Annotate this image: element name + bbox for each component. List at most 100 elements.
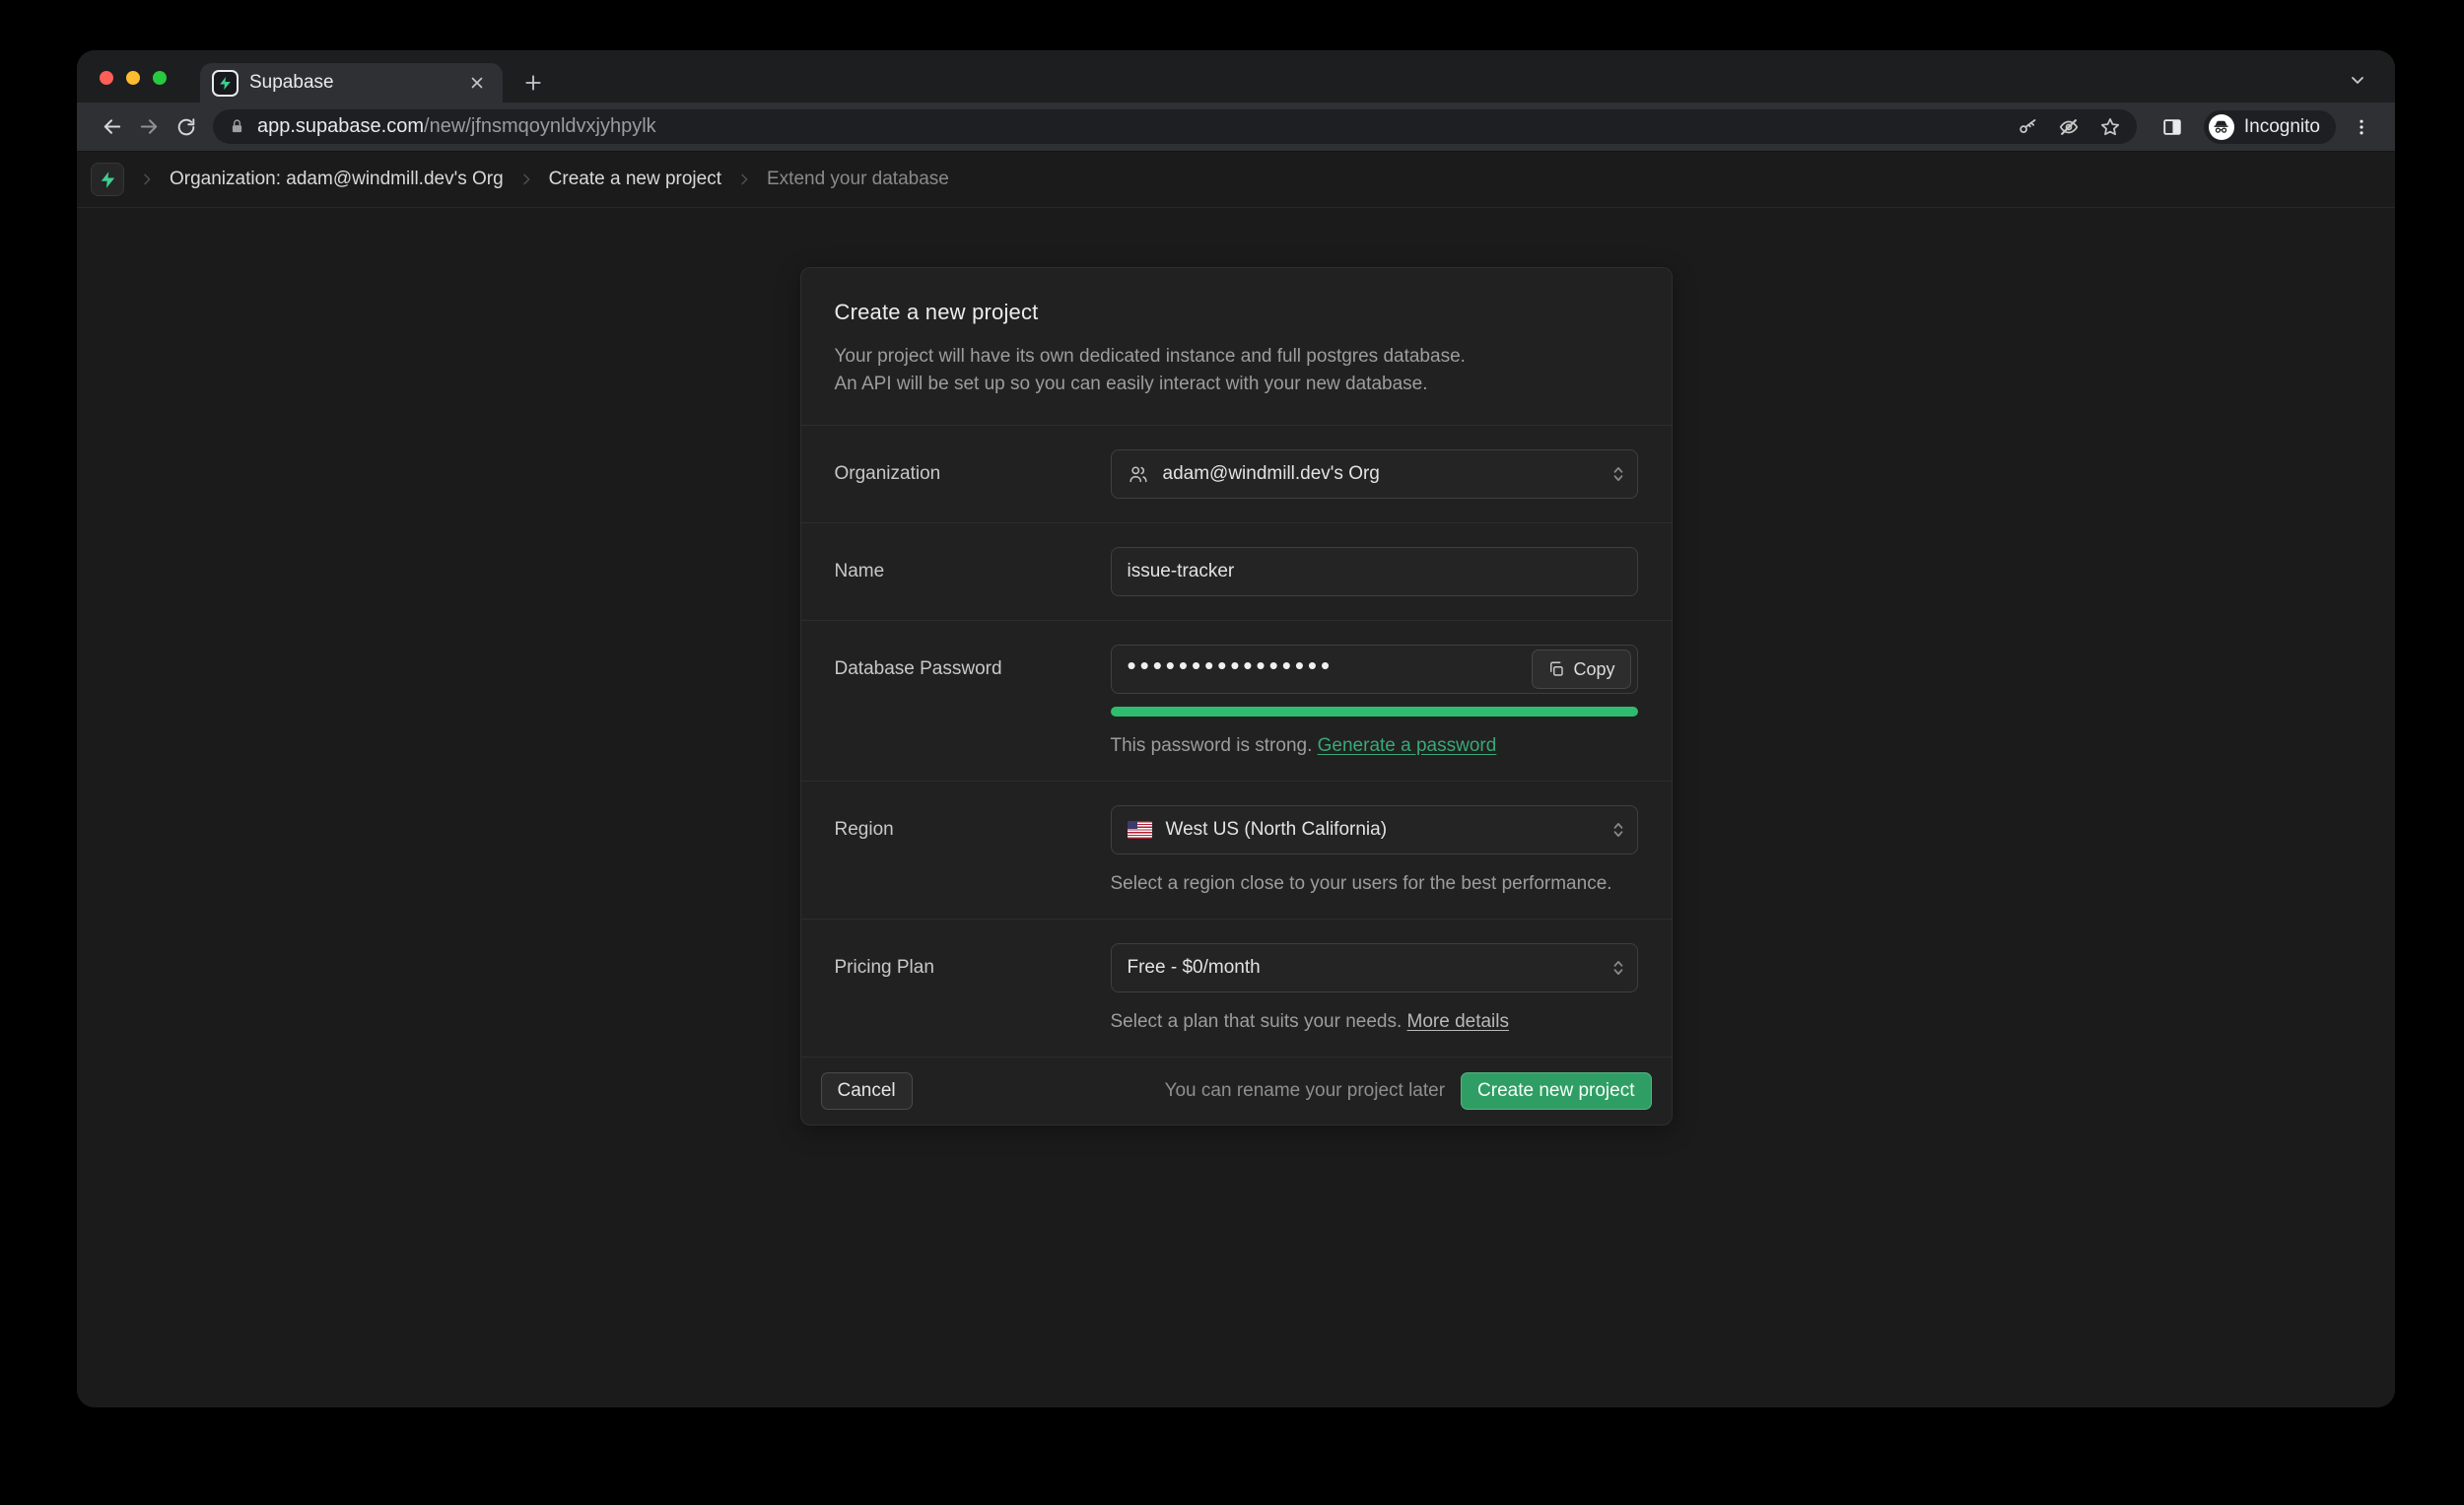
password-manager-key-button[interactable] <box>2018 116 2038 137</box>
browser-tab[interactable]: Supabase <box>200 63 503 103</box>
pricing-helper: Select a plan that suits your needs. Mor… <box>1111 1011 1638 1033</box>
password-input-wrapper: •••••••••••••••• Copy <box>1111 645 1638 694</box>
select-chevrons-icon <box>1611 463 1625 485</box>
star-icon <box>2099 116 2121 138</box>
url-host: app.supabase.com <box>257 115 424 137</box>
copy-icon <box>1547 660 1565 678</box>
lightning-bolt-icon <box>218 76 233 91</box>
breadcrumb-chevron-icon <box>736 171 752 187</box>
create-new-project-button[interactable]: Create new project <box>1461 1072 1651 1110</box>
breadcrumb-item-extend-database[interactable]: Extend your database <box>767 169 949 190</box>
tab-strip: Supabase <box>77 50 2395 103</box>
name-label: Name <box>835 547 1111 596</box>
rename-note: You can rename your project later <box>1165 1080 1445 1102</box>
pricing-helper-text: Select a plan that suits your needs. <box>1111 1011 1403 1032</box>
eye-off-icon <box>2058 116 2080 138</box>
password-input[interactable]: •••••••••••••••• <box>1128 641 1335 690</box>
organization-select[interactable]: adam@windmill.dev's Org <box>1111 449 1638 499</box>
lock-icon[interactable] <box>229 118 245 135</box>
organization-row: Organization adam@windmill.dev's Org <box>801 425 1672 522</box>
close-window-button[interactable] <box>100 71 113 85</box>
create-project-card: Create a new project Your project will h… <box>800 267 1673 1126</box>
back-button[interactable] <box>93 108 130 146</box>
name-row: Name <box>801 522 1672 620</box>
forward-arrow-icon <box>138 115 161 138</box>
name-input[interactable] <box>1128 561 1621 582</box>
cancel-button[interactable]: Cancel <box>821 1072 913 1110</box>
new-tab-button[interactable] <box>516 66 550 100</box>
generate-password-link[interactable]: Generate a password <box>1318 735 1497 756</box>
more-details-link[interactable]: More details <box>1407 1011 1510 1032</box>
window-controls <box>100 71 167 85</box>
chevron-down-icon <box>2348 70 2367 90</box>
password-strength-text: This password is strong. <box>1111 735 1313 756</box>
password-row: Database Password •••••••••••••••• Copy <box>801 620 1672 781</box>
users-icon <box>1128 463 1149 485</box>
forward-button[interactable] <box>130 108 168 146</box>
breadcrumb: Organization: adam@windmill.dev's Org Cr… <box>77 152 2395 208</box>
plus-icon <box>523 73 543 93</box>
password-hidden-button[interactable] <box>2058 116 2080 138</box>
select-chevrons-icon <box>1611 957 1625 979</box>
us-flag-icon <box>1128 821 1152 839</box>
region-row: Region West US (North California) Select… <box>801 781 1672 919</box>
description-line-2: An API will be set up so you can easily … <box>835 371 1638 398</box>
key-icon <box>2018 116 2038 137</box>
address-bar[interactable]: app.supabase.com/new/jfnsmqoynldvxjyhpyl… <box>213 109 2137 144</box>
kebab-menu-icon <box>2352 117 2371 137</box>
breadcrumb-chevron-icon <box>518 171 534 187</box>
url-text[interactable]: app.supabase.com/new/jfnsmqoynldvxjyhpyl… <box>257 115 2004 138</box>
page-content: Create a new project Your project will h… <box>77 208 2395 1407</box>
incognito-icon <box>2212 117 2230 136</box>
minimize-window-button[interactable] <box>126 71 140 85</box>
breadcrumb-chevron-icon <box>139 171 155 187</box>
card-description: Your project will have its own dedicated… <box>835 343 1638 397</box>
tab-search-button[interactable] <box>2344 66 2371 94</box>
incognito-label: Incognito <box>2244 116 2320 138</box>
incognito-avatar <box>2209 114 2234 140</box>
password-helper: This password is strong. Generate a pass… <box>1111 735 1638 757</box>
region-label: Region <box>835 805 1111 895</box>
tab-close-button[interactable] <box>463 69 491 97</box>
supabase-page: Organization: adam@windmill.dev's Org Cr… <box>77 151 2395 1407</box>
password-label: Database Password <box>835 645 1111 757</box>
breadcrumb-item-organization[interactable]: Organization: adam@windmill.dev's Org <box>170 169 504 190</box>
page-title: Create a new project <box>835 300 1638 325</box>
zoom-window-button[interactable] <box>153 71 167 85</box>
region-helper: Select a region close to your users for … <box>1111 873 1638 895</box>
supabase-favicon-icon <box>212 70 239 97</box>
reload-button[interactable] <box>168 108 205 146</box>
back-arrow-icon <box>101 115 123 138</box>
pricing-label: Pricing Plan <box>835 943 1111 1033</box>
description-line-1: Your project will have its own dedicated… <box>835 343 1638 371</box>
copy-button-label: Copy <box>1573 659 1614 680</box>
card-header: Create a new project Your project will h… <box>801 268 1672 425</box>
region-value: West US (North California) <box>1166 819 1388 841</box>
bookmark-star-button[interactable] <box>2099 116 2121 138</box>
incognito-badge[interactable]: Incognito <box>2204 110 2336 144</box>
organization-label: Organization <box>835 449 1111 499</box>
password-strength-bar <box>1111 707 1638 717</box>
supabase-logo[interactable] <box>91 163 124 196</box>
side-panel-button[interactable] <box>2155 109 2190 145</box>
organization-value: adam@windmill.dev's Org <box>1163 463 1380 485</box>
card-footer: Cancel You can rename your project later… <box>801 1057 1672 1125</box>
reload-icon <box>175 116 197 138</box>
lightning-bolt-icon <box>99 171 117 189</box>
pricing-select[interactable]: Free - $0/month <box>1111 943 1638 992</box>
select-chevrons-icon <box>1611 819 1625 841</box>
copy-password-button[interactable]: Copy <box>1532 650 1630 689</box>
tab-title: Supabase <box>249 72 463 94</box>
browser-menu-button[interactable] <box>2344 109 2379 145</box>
pricing-row: Pricing Plan Free - $0/month Select a pl… <box>801 919 1672 1057</box>
url-path: /new/jfnsmqoynldvxjyhpylk <box>424 115 656 137</box>
breadcrumb-item-create-project[interactable]: Create a new project <box>549 169 721 190</box>
side-panel-icon <box>2161 116 2183 138</box>
name-input-wrapper <box>1111 547 1638 596</box>
region-select[interactable]: West US (North California) <box>1111 805 1638 855</box>
close-icon <box>468 74 486 92</box>
desktop-background: Supabase <box>0 0 2464 1505</box>
browser-window: Supabase <box>77 50 2395 1407</box>
pricing-value: Free - $0/month <box>1128 957 1261 979</box>
browser-toolbar: app.supabase.com/new/jfnsmqoynldvxjyhpyl… <box>77 103 2395 151</box>
